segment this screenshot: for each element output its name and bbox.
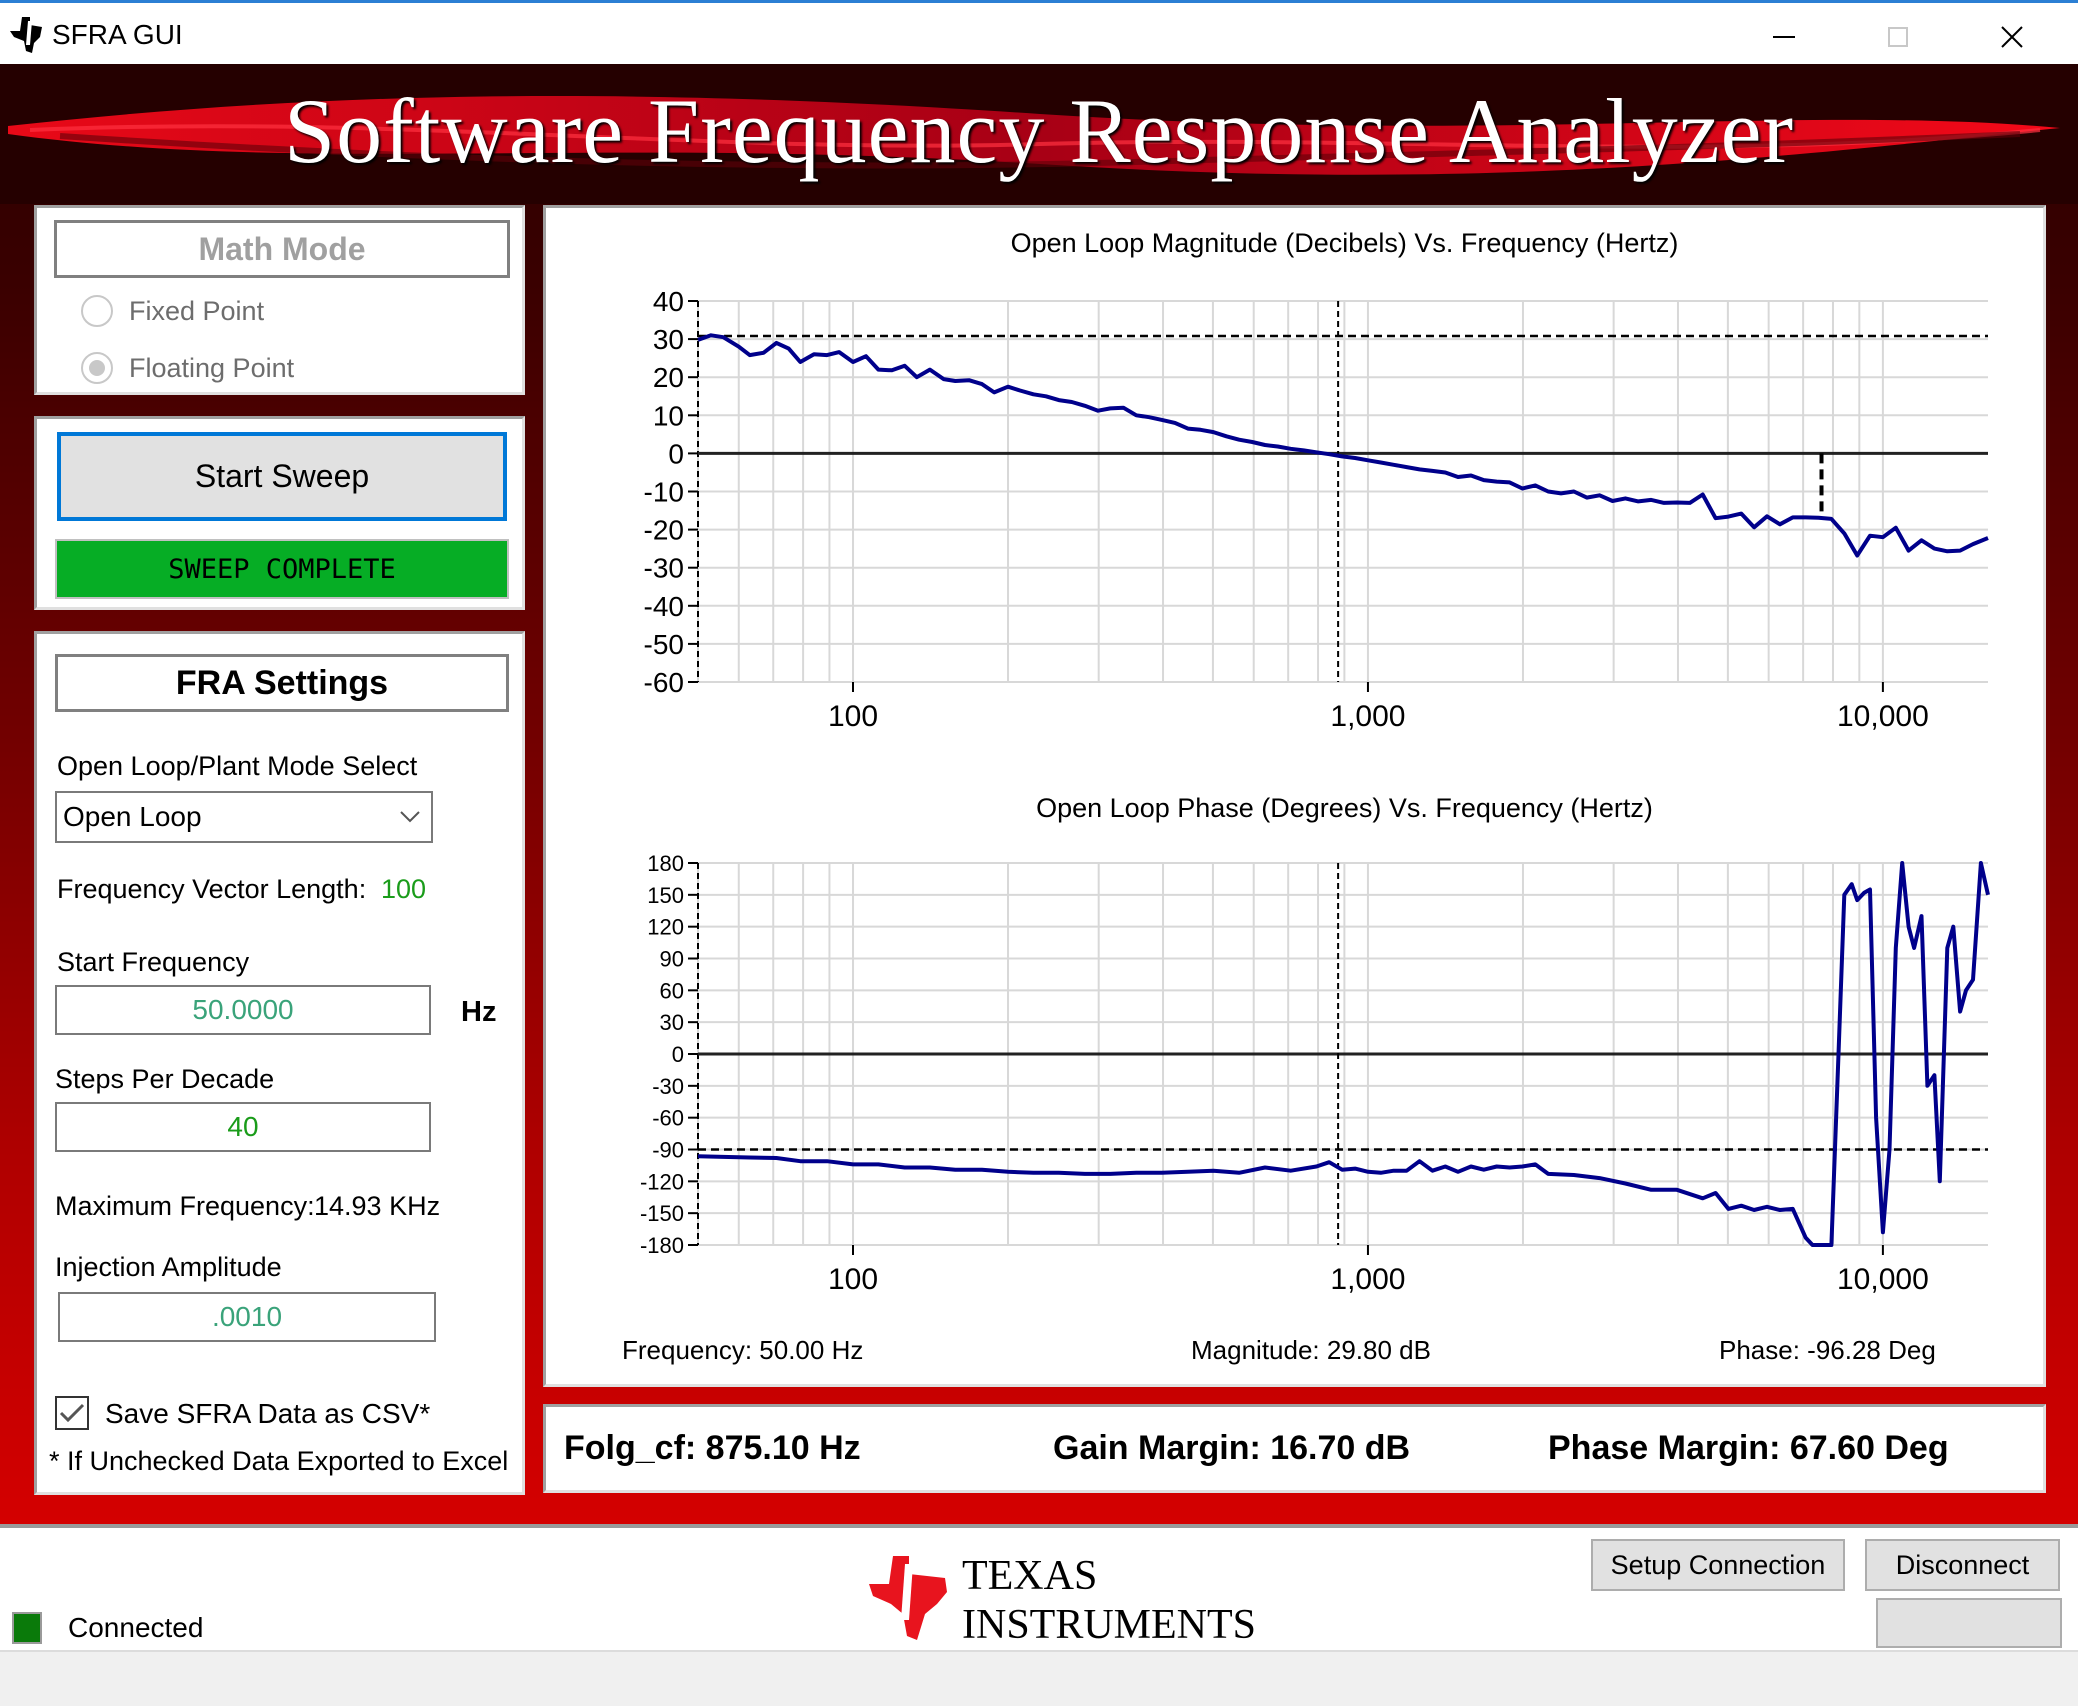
phase-ytick-label: -120 — [640, 1169, 684, 1194]
sweep-status-badge: SWEEP COMPLETE — [55, 539, 509, 599]
phase-ytick-label: -150 — [640, 1201, 684, 1226]
magnitude-ytick-label: -50 — [644, 629, 684, 660]
magnitude-xtick-label: 1,000 — [1330, 700, 1405, 733]
magnitude-ytick-label: 20 — [653, 362, 684, 393]
start-frequency-unit: Hz — [461, 996, 497, 1028]
minimize-button[interactable] — [1727, 6, 1841, 67]
magnitude-ytick-label: -30 — [644, 553, 684, 584]
magnitude-ytick-label: 30 — [653, 324, 684, 355]
maximize-icon — [1888, 26, 1908, 47]
phase-xtick-label: 10,000 — [1837, 1263, 1929, 1296]
start-frequency-input[interactable]: 50.0000 — [55, 985, 431, 1035]
bode-charts: 403020100-10-20-30-40-50-60100 1,000 10,00… — [640, 286, 1990, 1296]
connection-status-text: Connected — [68, 1612, 204, 1643]
phase-xtick-label: 100 — [828, 1263, 878, 1296]
save-csv-checkbox[interactable] — [55, 1396, 89, 1430]
chart-panel: Open Loop Magnitude (Decibels) Vs. Frequ… — [543, 205, 2046, 1387]
crossover-frequency: Folg_cf: 875.10 Hz — [564, 1429, 861, 1467]
magnitude-xtick-label: 10,000 — [1837, 700, 1929, 733]
steps-per-decade-label: Steps Per Decade — [55, 1064, 275, 1094]
math-mode-panel: Math Mode Fixed Point Floating Point — [34, 205, 525, 395]
connection-status-led — [12, 1612, 42, 1644]
blank-button[interactable] — [1876, 1598, 2062, 1648]
phase-ytick-label: 0 — [672, 1042, 684, 1067]
fra-settings-title: FRA Settings — [55, 654, 509, 712]
status-bar: Connected Texas Instruments Setup Connec… — [0, 1524, 2078, 1650]
magnitude-ytick-label: 40 — [653, 286, 684, 317]
radio-fixed-point[interactable]: Fixed Point — [81, 295, 264, 327]
phase-xtick-label: 1,000 — [1330, 1263, 1405, 1296]
banner: Software Frequency Response Analyzer — [0, 64, 2078, 204]
save-csv-label: Save SFRA Data as CSV* — [105, 1398, 431, 1429]
window-title: SFRA GUI — [52, 19, 183, 50]
close-button[interactable] — [1955, 6, 2069, 67]
magnitude-readout: Magnitude: 29.80 dB — [1191, 1335, 1431, 1365]
sweep-panel: Start Sweep SWEEP COMPLETE — [34, 416, 525, 610]
radio-button-selected[interactable] — [81, 352, 113, 384]
ti-wordmark: Texas Instruments — [962, 1553, 1257, 1654]
phase-ytick-label: -90 — [652, 1138, 684, 1163]
chevron-down-icon — [400, 811, 420, 823]
fra-settings-panel: FRA Settings Open Loop/Plant Mode Select… — [34, 631, 525, 1495]
magnitude-ytick-label: -10 — [644, 477, 684, 508]
max-frequency-value: 14.93 KHz — [314, 1191, 441, 1221]
start-sweep-button[interactable]: Start Sweep — [57, 432, 507, 521]
ti-logo-icon — [10, 17, 42, 53]
phase-ytick-label: -60 — [652, 1106, 684, 1131]
ti-wordmark-line2: Instruments — [962, 1602, 1257, 1648]
csv-footnote: * If Unchecked Data Exported to Excel — [49, 1446, 509, 1476]
steps-per-decade-input[interactable]: 40 — [55, 1102, 431, 1152]
close-icon — [2001, 25, 2023, 48]
mode-select-label: Open Loop/Plant Mode Select — [57, 751, 418, 781]
phase-ytick-label: 60 — [660, 978, 684, 1003]
vector-length-value: 100 — [381, 874, 427, 904]
radio-label: Floating Point — [129, 352, 295, 383]
checkmark-icon — [59, 1403, 85, 1423]
mode-select-dropdown[interactable]: Open Loop — [55, 791, 433, 843]
magnitude-ytick-label: -20 — [644, 515, 684, 546]
magnitude-xtick-label: 100 — [828, 700, 878, 733]
phase-ytick-label: 90 — [660, 947, 684, 972]
magnitude-ytick-label: 0 — [668, 438, 684, 469]
math-mode-title: Math Mode — [54, 220, 510, 278]
phase-ytick-label: -30 — [652, 1074, 684, 1099]
frequency-readout: Frequency: 50.00 Hz — [622, 1335, 864, 1365]
phase-margin: Phase Margin: 67.60 Deg — [1548, 1429, 1949, 1467]
injection-amplitude-input[interactable]: .0010 — [58, 1292, 436, 1342]
disconnect-button[interactable]: Disconnect — [1865, 1539, 2060, 1591]
mode-select-value: Open Loop — [63, 801, 202, 832]
window-title-bar: SFRA GUI — [0, 0, 2078, 64]
radio-label: Fixed Point — [129, 295, 265, 326]
ti-wordmark-line1: Texas — [962, 1553, 1098, 1599]
start-frequency-label: Start Frequency — [57, 947, 250, 977]
maximize-button[interactable] — [1841, 6, 1955, 67]
gain-margin: Gain Margin: 16.70 dB — [1053, 1429, 1411, 1467]
injection-amplitude-label: Injection Amplitude — [55, 1252, 282, 1282]
phase-readout: Phase: -96.28 Deg — [1719, 1335, 1936, 1365]
radio-button[interactable] — [81, 295, 113, 327]
magnitude-ytick-label: 10 — [653, 400, 684, 431]
radio-floating-point[interactable]: Floating Point — [81, 352, 294, 384]
banner-title: Software Frequency Response Analyzer — [283, 80, 1795, 182]
phase-ytick-label: 120 — [647, 915, 684, 940]
phase-ytick-label: 30 — [660, 1010, 684, 1035]
setup-connection-button[interactable]: Setup Connection — [1591, 1539, 1845, 1591]
vector-length-label: Frequency Vector Length: — [57, 874, 367, 904]
magnitude-ytick-label: -60 — [644, 667, 684, 698]
magnitude-ytick-label: -40 — [644, 591, 684, 622]
phase-ytick-label: 180 — [647, 851, 684, 876]
minimize-icon — [1773, 35, 1795, 38]
bottom-strip — [0, 1650, 2078, 1706]
magnitude-series-line — [697, 333, 1989, 558]
summary-panel: Folg_cf: 875.10 Hz Gain Margin: 16.70 dB… — [543, 1404, 2046, 1493]
phase-ytick-label: 150 — [647, 883, 684, 908]
phase-ytick-label: -180 — [640, 1233, 684, 1258]
max-frequency-label: Maximum Frequency: — [55, 1191, 315, 1221]
